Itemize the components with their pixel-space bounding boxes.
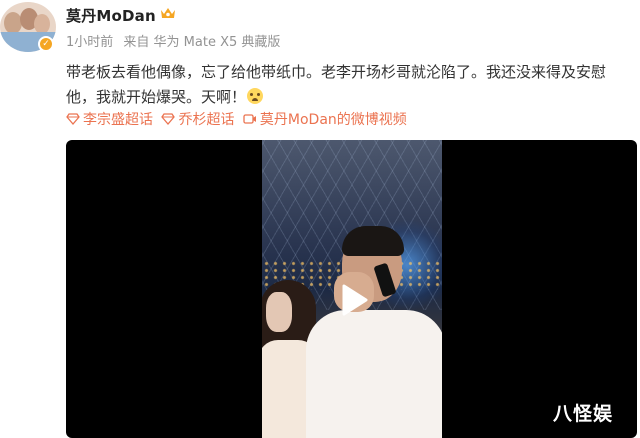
post-text: 带老板去看他偶像，忘了给他带纸巾。老李开场杉哥就沦陷了。我还没来得及安慰他，我就… [66,60,631,110]
topic-label: 莫丹MoDan的微博视频 [259,112,407,128]
post-source: 来自 华为 Mate X5 典藏版 [123,35,281,50]
crown-icon [161,8,175,18]
topic-link-li-zongsheng[interactable]: 李宗盛超话 [66,109,153,129]
topic-label: 李宗盛超话 [83,112,153,128]
video-link-icon [243,114,256,124]
video-source-link[interactable]: 莫丹MoDan的微博视频 [243,109,407,129]
video-player[interactable] [66,140,637,438]
diamond-icon [161,113,176,125]
topic-label: 乔杉超话 [178,112,235,128]
topic-link-qiao-shan[interactable]: 乔杉超话 [161,109,234,129]
avatar-person [34,14,50,34]
play-icon[interactable] [332,280,372,320]
post-time[interactable]: 1小时前 [66,35,113,50]
diamond-icon [66,113,80,125]
topic-links: 李宗盛超话 乔杉超话 莫丹MoDan的微博视频 [66,109,411,129]
post-body: 带老板去看他偶像，忘了给他带纸巾。老李开场杉哥就沦陷了。我还没来得及安慰他，我就… [66,63,607,106]
username[interactable]: 莫丹MoDan [66,5,156,26]
man-hair [342,226,404,256]
verified-badge-icon: ✓ [38,36,54,52]
watermark: 八怪娱 [553,403,614,425]
man-body [306,310,442,438]
crying-emoji-icon [247,88,264,104]
woman-face [266,292,292,332]
post-meta: 1小时前 来自 华为 Mate X5 典藏版 [66,31,286,50]
